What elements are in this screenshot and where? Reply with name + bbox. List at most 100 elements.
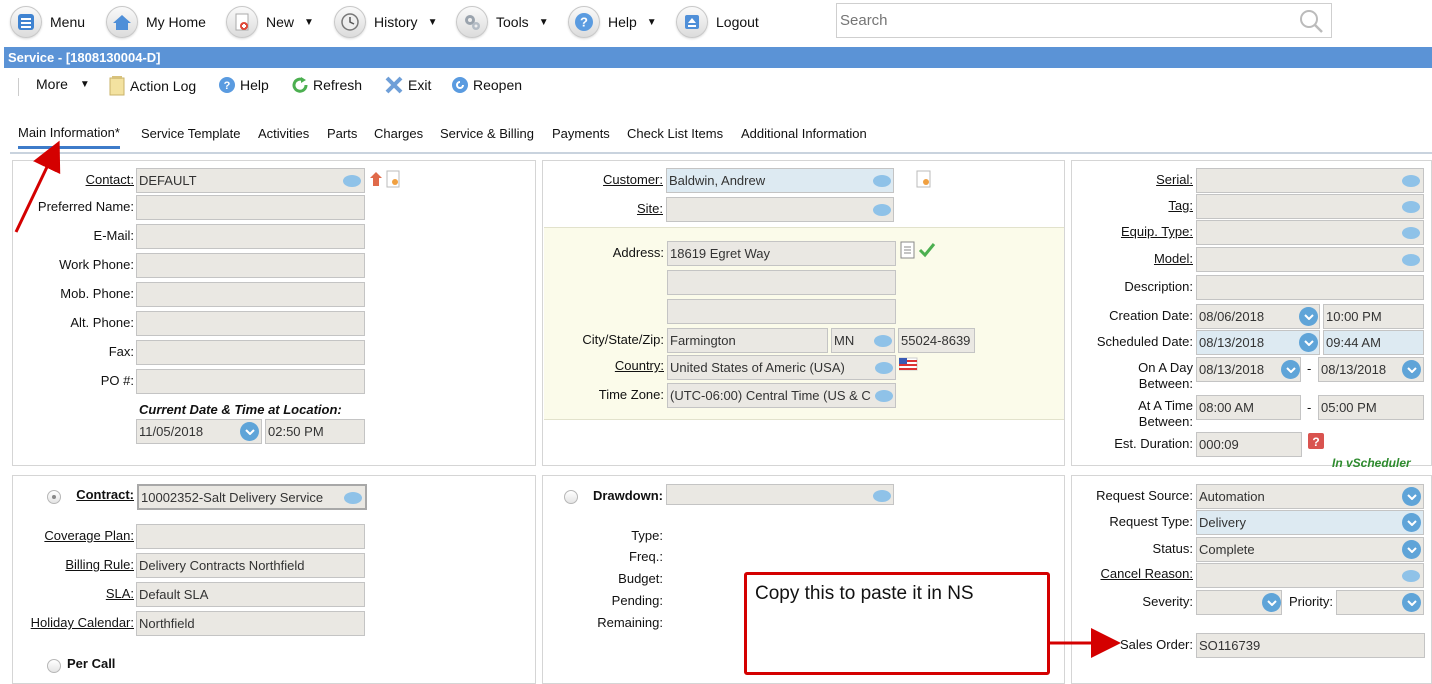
more-menu-button[interactable]: More ▼ xyxy=(36,76,90,92)
exit-button[interactable]: Exit xyxy=(384,76,431,94)
serial-label[interactable]: Serial: xyxy=(1156,172,1193,187)
time-to-field[interactable]: 05:00 PM xyxy=(1318,395,1424,420)
help-button[interactable]: ? Help xyxy=(218,76,269,94)
menu-button[interactable]: Menu xyxy=(10,4,85,40)
po-field[interactable] xyxy=(136,369,365,394)
per-call-radio[interactable] xyxy=(47,659,61,673)
cloud-lookup-icon[interactable] xyxy=(1401,172,1421,188)
current-time-field[interactable]: 02:50 PM xyxy=(265,419,365,444)
country-label[interactable]: Country: xyxy=(615,358,664,373)
tab-charges[interactable]: Charges xyxy=(374,126,423,141)
chevron-down-icon[interactable] xyxy=(1402,487,1421,506)
cloud-lookup-icon[interactable] xyxy=(873,332,893,348)
chevron-down-icon[interactable] xyxy=(1402,513,1421,532)
request-type-select[interactable]: Delivery xyxy=(1196,510,1424,535)
country-field[interactable]: United States of Americ (USA) xyxy=(667,355,896,380)
billing-rule-field[interactable]: Delivery Contracts Northfield xyxy=(136,553,365,578)
tab-check-list-items[interactable]: Check List Items xyxy=(627,126,723,141)
chevron-down-icon[interactable] xyxy=(1402,360,1421,379)
chevron-down-icon[interactable] xyxy=(1281,360,1300,379)
cloud-lookup-icon[interactable] xyxy=(342,172,362,188)
search-input[interactable] xyxy=(837,4,1277,37)
holiday-calendar-label[interactable]: Holiday Calendar: xyxy=(31,615,134,630)
drawdown-field[interactable] xyxy=(666,484,894,505)
time-zone-field[interactable]: (UTC-06:00) Central Time (US & C xyxy=(667,383,896,408)
cloud-lookup-icon[interactable] xyxy=(1401,251,1421,267)
time-from-field[interactable]: 08:00 AM xyxy=(1196,395,1301,420)
holiday-calendar-field[interactable]: Northfield xyxy=(136,611,365,636)
cloud-lookup-icon[interactable] xyxy=(874,359,894,375)
email-field[interactable] xyxy=(136,224,365,249)
sales-order-field[interactable]: SO116739 xyxy=(1196,633,1425,658)
work-phone-field[interactable] xyxy=(136,253,365,278)
add-contact-icon[interactable] xyxy=(369,170,383,188)
contract-label[interactable]: Contract: xyxy=(76,487,134,502)
chevron-down-icon[interactable] xyxy=(1402,540,1421,559)
billing-rule-label[interactable]: Billing Rule: xyxy=(65,557,134,572)
preferred-name-field[interactable] xyxy=(136,195,365,220)
address-line2-field[interactable] xyxy=(667,270,896,295)
tab-main-information[interactable]: Main Information* xyxy=(18,125,120,149)
scheduled-time-field[interactable]: 09:44 AM xyxy=(1323,330,1424,355)
contract-radio[interactable] xyxy=(47,490,61,504)
reopen-button[interactable]: Reopen xyxy=(451,76,522,94)
refresh-button[interactable]: Refresh xyxy=(291,76,362,94)
tab-additional-information[interactable]: Additional Information xyxy=(741,126,867,141)
creation-time-field[interactable]: 10:00 PM xyxy=(1323,304,1424,329)
search-icon[interactable] xyxy=(1299,9,1323,36)
cloud-lookup-icon[interactable] xyxy=(872,487,892,503)
cancel-reason-field[interactable] xyxy=(1196,563,1424,588)
tab-activities[interactable]: Activities xyxy=(258,126,309,141)
tag-label[interactable]: Tag: xyxy=(1168,198,1193,213)
city-field[interactable]: Farmington xyxy=(667,328,828,353)
customer-field[interactable]: Baldwin, Andrew xyxy=(666,168,894,193)
site-label[interactable]: Site: xyxy=(637,201,663,216)
zip-field[interactable]: 55024-8639 xyxy=(898,328,975,353)
chevron-down-icon[interactable] xyxy=(1262,593,1281,612)
equip-type-field[interactable] xyxy=(1196,220,1424,245)
address-line3-field[interactable] xyxy=(667,299,896,324)
customer-label[interactable]: Customer: xyxy=(603,172,663,187)
contact-card-icon[interactable] xyxy=(386,170,400,188)
my-home-button[interactable]: My Home xyxy=(106,4,206,40)
cloud-lookup-icon[interactable] xyxy=(872,172,892,188)
contact-label[interactable]: Contact: xyxy=(86,172,134,187)
drawdown-radio[interactable] xyxy=(564,490,578,504)
address-line1-field[interactable]: 18619 Egret Way xyxy=(667,241,896,266)
cloud-lookup-icon[interactable] xyxy=(343,489,363,505)
cloud-lookup-icon[interactable] xyxy=(872,201,892,217)
tab-parts[interactable]: Parts xyxy=(327,126,357,141)
chevron-down-icon[interactable] xyxy=(240,422,259,441)
model-field[interactable] xyxy=(1196,247,1424,272)
cloud-lookup-icon[interactable] xyxy=(874,387,894,403)
request-source-select[interactable]: Automation xyxy=(1196,484,1424,509)
tools-menu-button[interactable]: Tools ▼ xyxy=(456,4,549,40)
help-menu-button[interactable]: ? Help ▼ xyxy=(568,4,657,40)
serial-field[interactable] xyxy=(1196,168,1424,193)
description-field[interactable] xyxy=(1196,275,1424,300)
action-log-button[interactable]: Action Log xyxy=(108,76,196,96)
est-duration-field[interactable]: 000:09 xyxy=(1196,432,1302,457)
cloud-lookup-icon[interactable] xyxy=(1401,198,1421,214)
tag-field[interactable] xyxy=(1196,194,1424,219)
chevron-down-icon[interactable] xyxy=(1299,333,1318,352)
tab-service-template[interactable]: Service Template xyxy=(141,126,240,141)
mob-phone-field[interactable] xyxy=(136,282,365,307)
sla-field[interactable]: Default SLA xyxy=(136,582,365,607)
coverage-plan-label[interactable]: Coverage Plan: xyxy=(44,528,134,543)
document-icon[interactable] xyxy=(900,241,916,259)
history-menu-button[interactable]: History ▼ xyxy=(334,4,437,40)
check-icon[interactable] xyxy=(918,242,936,258)
fax-field[interactable] xyxy=(136,340,365,365)
cancel-reason-label[interactable]: Cancel Reason: xyxy=(1101,566,1194,581)
model-label[interactable]: Model: xyxy=(1154,251,1193,266)
new-menu-button[interactable]: New ▼ xyxy=(226,4,314,40)
help-icon[interactable]: ? xyxy=(1307,432,1325,450)
tab-service-billing[interactable]: Service & Billing xyxy=(440,126,534,141)
tab-payments[interactable]: Payments xyxy=(552,126,610,141)
logout-button[interactable]: Logout xyxy=(676,4,759,40)
status-select[interactable]: Complete xyxy=(1196,537,1424,562)
contract-field[interactable]: 10002352-Salt Delivery Service xyxy=(137,484,367,510)
coverage-plan-field[interactable] xyxy=(136,524,365,549)
customer-card-icon[interactable] xyxy=(916,170,932,188)
